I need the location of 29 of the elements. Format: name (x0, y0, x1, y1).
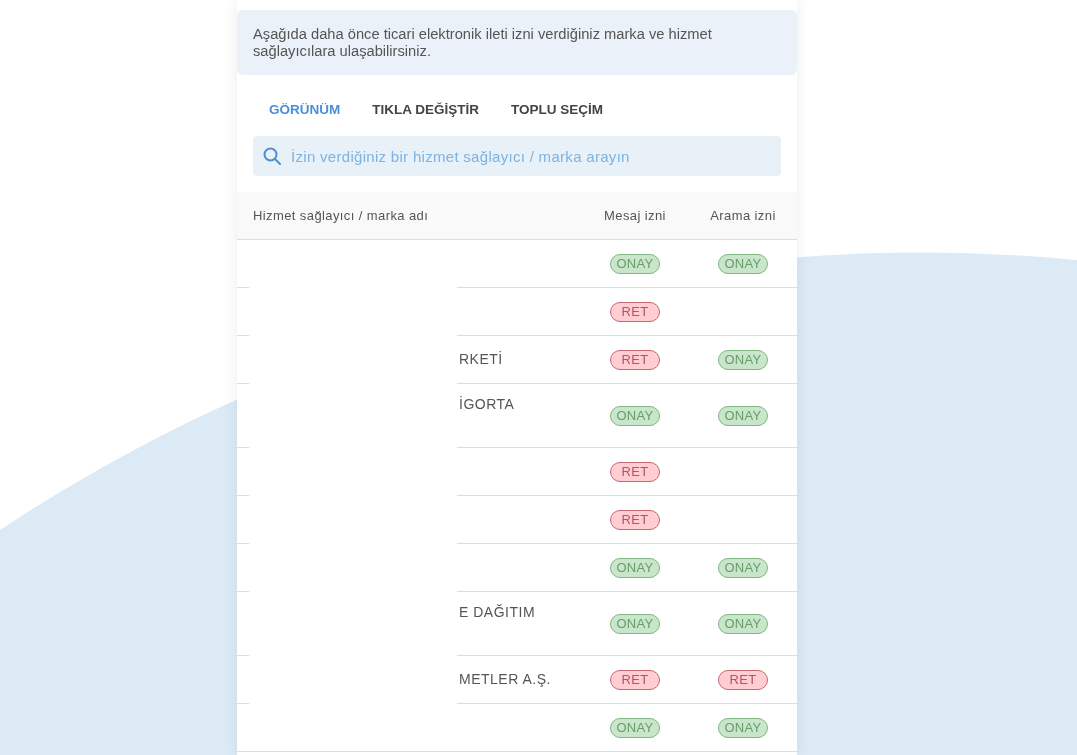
status-badge: RET (610, 301, 660, 322)
view-tab[interactable]: TOPLU SEÇİM (495, 96, 619, 124)
status-badge: RET (718, 669, 768, 690)
status-badge: ONAY (718, 717, 768, 738)
search-field[interactable]: İzin verdiğiniz bir hizmet sağlayıcı / marka arayın (253, 136, 781, 176)
status-badge: ONAY (610, 717, 660, 738)
status-badge: ONAY (610, 253, 660, 274)
status-badge: ONAY (718, 349, 768, 370)
view-tab[interactable]: TIKLA DEĞİŞTİR (356, 96, 495, 124)
provider-name: E DAĞITIM (459, 603, 536, 622)
provider-name: İGORTA (459, 395, 515, 414)
status-badge: ONAY (610, 557, 660, 578)
status-badge: RET (610, 669, 660, 690)
status-badge: ONAY (718, 613, 768, 634)
info-notice: Aşağıda daha önce ticari elektronik ileti izni verdiğiniz marka ve hizmet sağlayıcılara ulaşabilirsiniz. (237, 10, 797, 75)
search-icon (263, 147, 281, 165)
column-header: Mesaj izni (604, 206, 666, 225)
status-badge: ONAY (718, 405, 768, 426)
column-header: Hizmet sağlayıcı / marka adı (252, 206, 430, 225)
status-badge: ONAY (718, 557, 768, 578)
provider-name: RKETİ (459, 350, 503, 369)
column-header: Arama izni (710, 206, 776, 225)
status-badge: ONAY (718, 253, 768, 274)
status-badge: ONAY (610, 405, 660, 426)
provider-name: METLER A.Ş. (459, 670, 551, 689)
status-badge: RET (610, 349, 660, 370)
status-badge: ONAY (610, 613, 660, 634)
status-badge: RET (610, 509, 660, 530)
status-badge: RET (610, 461, 660, 482)
